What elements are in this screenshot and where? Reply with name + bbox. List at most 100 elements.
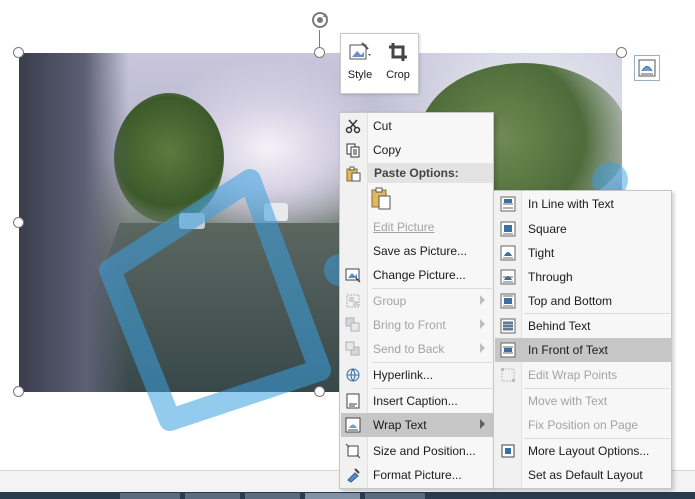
wrap-through-icon [500,269,516,285]
size-position-icon [345,443,361,459]
paste-option-button[interactable] [370,187,392,211]
menu-item-change-picture[interactable]: Change Picture... [341,263,493,287]
rotate-handle-icon[interactable] [309,9,331,31]
menu-item-save-as-picture[interactable]: Save as Picture... [341,239,493,263]
wrap-option-label: Set as Default Layout [528,468,643,482]
wrap-option-top-and-bottom[interactable]: Top and Bottom [495,289,671,313]
menu-item-wrap-text[interactable]: Wrap Text [341,413,493,437]
wrap-top-bottom-icon [500,293,516,309]
format-picture-icon [347,468,360,483]
paste-keep-source-icon [371,187,391,210]
change-picture-icon [345,268,361,283]
wrap-in-front-icon [500,342,516,358]
wrap-option-label: Move with Text [528,394,608,408]
menu-item-cut[interactable]: Cut [341,114,493,138]
wrap-option-fix-position[interactable]: Fix Position on Page [495,413,671,437]
menu-item-size-and-position[interactable]: Size and Position... [341,439,493,463]
menu-item-label: Change Picture... [373,268,466,282]
paste-options-header: Paste Options: [368,163,493,183]
taskbar [0,492,695,499]
menu-item-send-to-back[interactable]: Send to Back [341,337,493,361]
crop-icon [389,43,407,61]
wrap-option-label: Tight [528,246,555,260]
group-icon [346,294,360,308]
menu-item-label: Edit Picture [373,220,435,234]
wrap-square-icon [500,221,516,237]
style-label: Style [347,69,373,81]
wrap-option-tight[interactable]: Tight [495,241,671,265]
paste-icon [346,166,361,182]
crop-label: Crop [386,69,410,81]
wrap-text-submenu: In Line with Text Square Tight Through T… [493,190,672,489]
wrap-option-behind-text[interactable]: Behind Text [495,314,671,338]
wrap-option-label: In Front of Text [528,343,608,357]
wrap-option-label: In Line with Text [528,197,614,211]
submenu-arrow-icon [480,419,485,429]
wrap-option-set-default[interactable]: Set as Default Layout [495,463,671,487]
layout-options-icon [638,59,656,77]
rotate-connector [319,30,320,48]
crop-button[interactable]: Crop [379,34,417,93]
wrap-inline-icon [500,196,516,212]
edit-wrap-points-icon [501,368,515,382]
resize-handle-top-right[interactable] [616,47,627,58]
wrap-option-label: Fix Position on Page [528,418,639,432]
wrap-option-through[interactable]: Through [495,265,671,289]
menu-item-edit-picture[interactable]: Edit Picture [341,215,493,239]
menu-item-format-picture[interactable]: Format Picture... [341,463,493,487]
copy-icon [346,143,360,158]
hyperlink-icon [346,368,360,382]
wrap-option-edit-wrap-points[interactable]: Edit Wrap Points [495,363,671,387]
send-to-back-icon [345,341,360,356]
insert-caption-icon [346,393,360,409]
layout-options-button[interactable] [634,55,660,81]
wrap-option-label: Square [528,222,567,236]
tree-left [114,93,224,223]
menu-item-label: Group [373,294,407,308]
menu-item-insert-caption[interactable]: Insert Caption... [341,389,493,413]
scissors-icon [345,119,361,134]
more-layout-icon [501,444,515,458]
resize-handle-top[interactable] [314,47,325,58]
menu-item-label: Format Picture... [373,468,462,482]
menu-item-label: Send to Back [373,342,445,356]
menu-item-label: Insert Caption... [373,394,458,408]
menu-item-bring-to-front[interactable]: Bring to Front [341,313,493,337]
resize-handle-bottom[interactable] [314,386,325,397]
menu-item-label: Cut [373,119,392,133]
wrap-option-label: Behind Text [528,319,591,333]
menu-item-copy[interactable]: Copy [341,138,493,162]
wrap-behind-icon [500,318,516,334]
context-menu: Cut Copy Paste Options: Edit Picture Sav… [339,112,494,489]
car-left [179,213,205,229]
menu-item-label: Save as Picture... [373,244,468,258]
wrap-tight-icon [500,245,516,261]
car-center [264,203,288,221]
wrap-option-more-layout[interactable]: More Layout Options... [495,439,671,463]
mini-toolbar: Style Crop [340,33,419,94]
wrap-option-label: Through [528,270,573,284]
menu-item-hyperlink[interactable]: Hyperlink... [341,363,493,387]
menu-item-label: Hyperlink... [373,368,434,382]
menu-item-label: Bring to Front [373,318,446,332]
resize-handle-left[interactable] [13,217,24,228]
wrap-option-in-front-of-text[interactable]: In Front of Text [495,338,671,362]
menu-item-label: Size and Position... [373,444,476,458]
wrap-text-icon [345,417,361,433]
paste-options-label: Paste Options: [374,166,459,180]
wrap-option-in-line[interactable]: In Line with Text [495,192,671,216]
foreground-arm [19,53,129,392]
wrap-option-square[interactable]: Square [495,217,671,241]
menu-item-group[interactable]: Group [341,289,493,313]
bring-to-front-icon [345,317,360,332]
submenu-arrow-icon [480,343,485,353]
menu-item-label: Copy [373,143,402,157]
picture-style-icon [349,42,371,60]
wrap-option-move-with-text[interactable]: Move with Text [495,389,671,413]
submenu-arrow-icon [480,295,485,305]
style-button[interactable]: Style [341,34,379,93]
wrap-option-label: Top and Bottom [528,294,613,308]
resize-handle-top-left[interactable] [13,47,24,58]
resize-handle-bottom-left[interactable] [13,386,24,397]
wrap-option-label: Edit Wrap Points [528,368,618,382]
